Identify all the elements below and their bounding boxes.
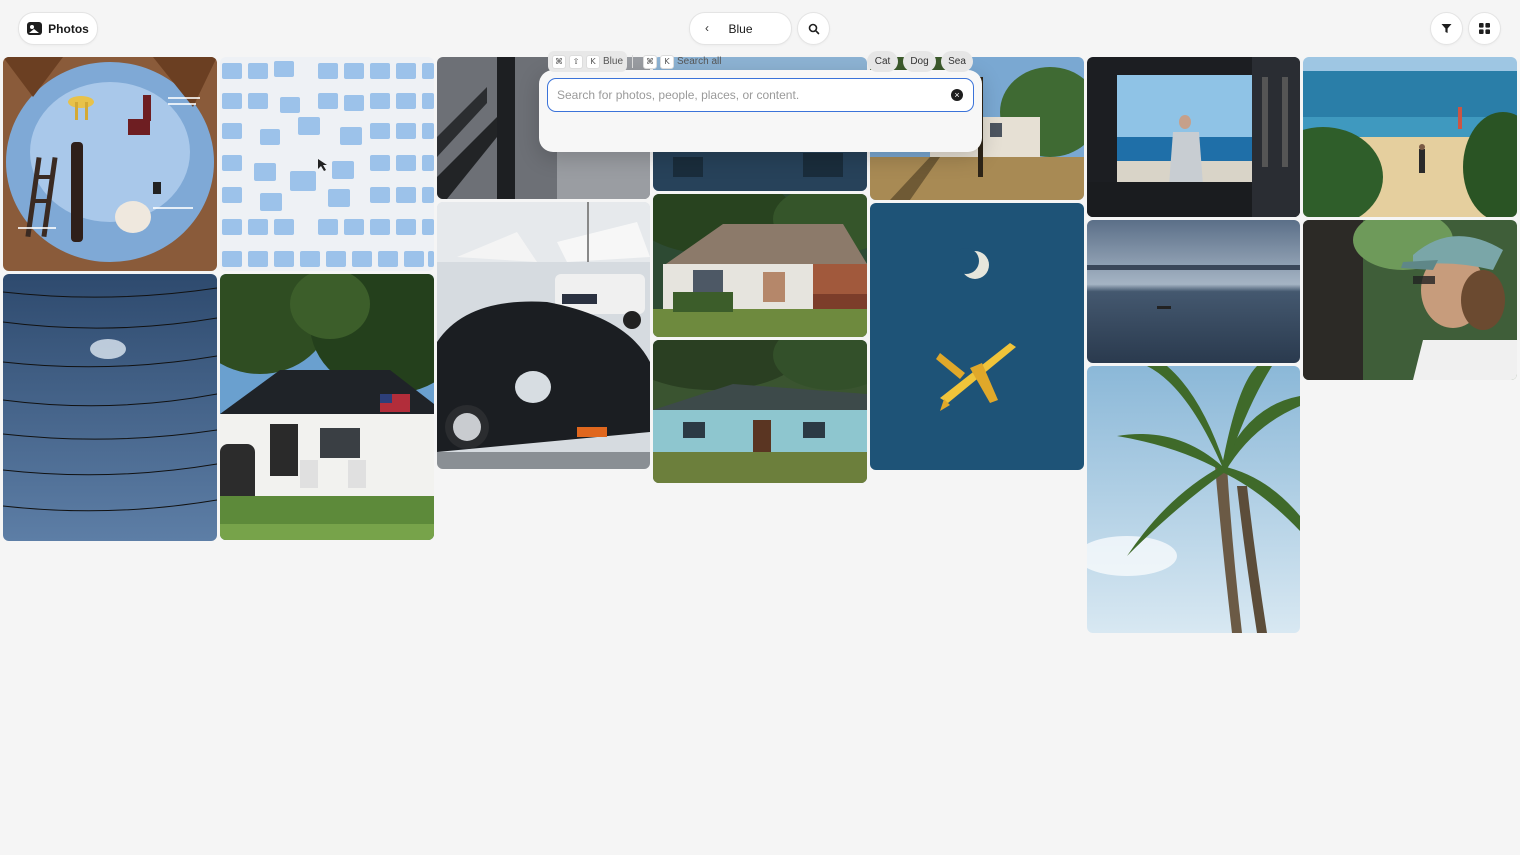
- filter-icon: [1441, 24, 1452, 33]
- search-in-album-shortcut[interactable]: ⌘ ⇧ K Blue: [548, 51, 628, 72]
- photo-window-ocean[interactable]: [1087, 57, 1300, 217]
- app-menu-button[interactable]: Photos: [18, 12, 98, 45]
- filter-button[interactable]: [1430, 12, 1463, 45]
- k-key: K: [660, 54, 674, 69]
- photo-blue-folders[interactable]: [220, 57, 434, 271]
- search-icon: [808, 23, 819, 34]
- grid-view-icon: [1479, 23, 1490, 34]
- chevron-left-icon: ‹: [705, 21, 709, 35]
- suggestion-chip-dog[interactable]: Dog: [903, 51, 936, 72]
- clear-icon[interactable]: ×: [951, 89, 963, 101]
- search-in-album-label: Blue: [603, 56, 624, 67]
- back-button[interactable]: ‹ Blue: [689, 12, 792, 45]
- shortcut-divider: [632, 55, 633, 68]
- k-key: K: [586, 54, 600, 69]
- photo-ranch-house[interactable]: [653, 194, 867, 337]
- command-key: ⌘: [643, 54, 657, 69]
- suggestion-chip-sea[interactable]: Sea: [941, 51, 973, 72]
- search-popover: ×: [539, 70, 982, 152]
- photo-black-car[interactable]: [437, 202, 650, 469]
- suggestion-chip-cat[interactable]: Cat: [867, 51, 898, 72]
- shift-key: ⇧: [569, 54, 583, 69]
- app-title: Photos: [48, 21, 89, 36]
- photo-blue-house[interactable]: [653, 340, 867, 483]
- photo-icon: [27, 22, 43, 35]
- photo-moon-plane[interactable]: [870, 203, 1084, 470]
- search-field[interactable]: ×: [547, 78, 974, 112]
- photo-house-flag[interactable]: [220, 274, 434, 540]
- photo-birds-on-wires[interactable]: [3, 274, 217, 541]
- command-key: ⌘: [552, 54, 566, 69]
- search-all-shortcut[interactable]: ⌘ K Search all: [639, 51, 725, 72]
- search-all-label: Search all: [677, 56, 722, 67]
- photo-sea-dusk[interactable]: [1087, 220, 1300, 363]
- photo-beach[interactable]: [1303, 57, 1517, 217]
- photo-chairs-floating[interactable]: [3, 57, 217, 271]
- search-input[interactable]: [557, 88, 937, 102]
- search-button[interactable]: [797, 12, 830, 45]
- grid-view-button[interactable]: [1468, 12, 1501, 45]
- photo-palm-trees[interactable]: [1087, 366, 1300, 633]
- current-album-label: Blue: [728, 21, 753, 36]
- photo-woman-cap[interactable]: [1303, 220, 1517, 380]
